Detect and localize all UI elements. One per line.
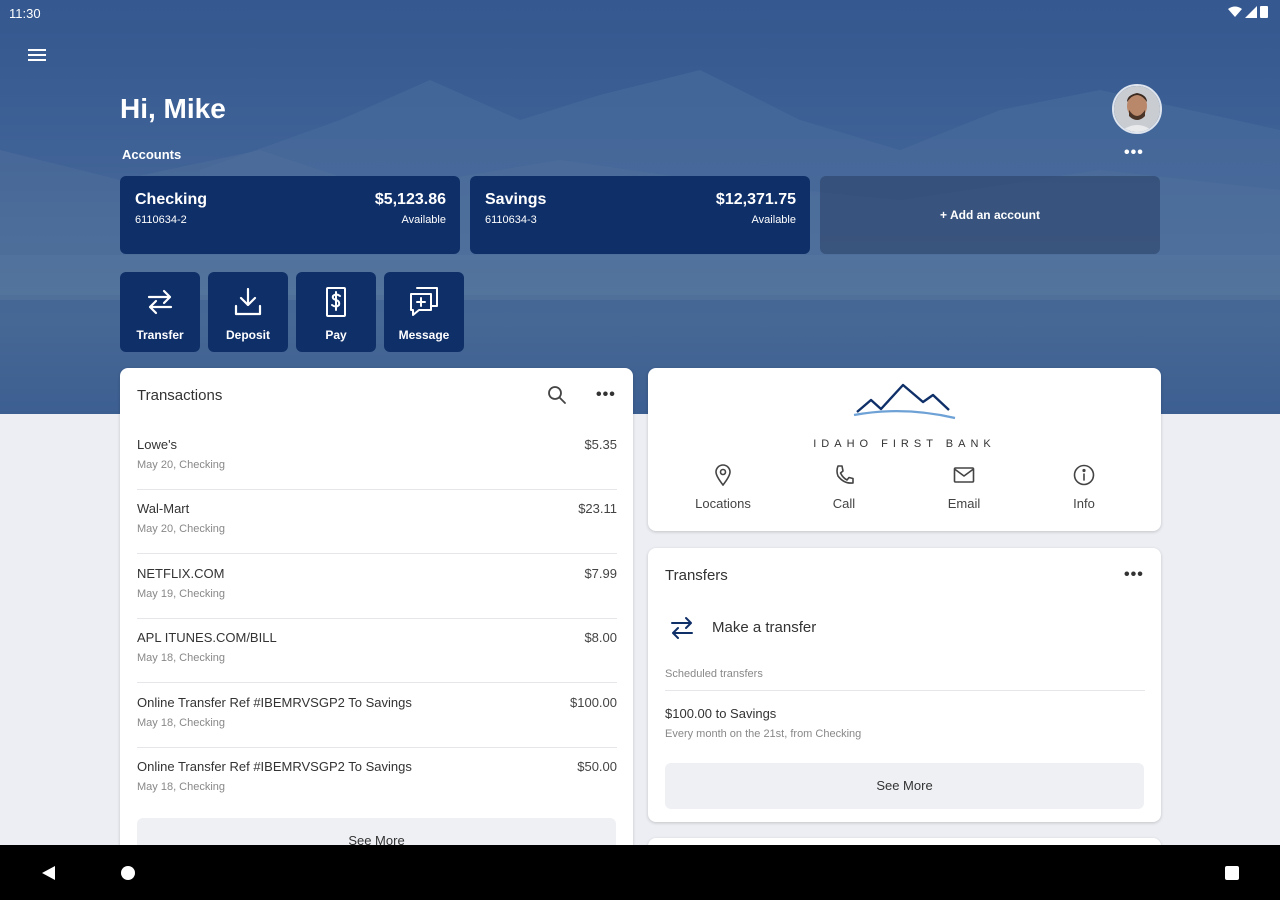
scheduled-transfer-item[interactable]: $100.00 to Savings Every month on the 21… [665,706,1145,746]
transaction-meta: May 18, Checking [137,717,226,729]
accounts-label: Accounts [122,147,182,162]
info-icon [1073,464,1095,486]
transaction-row[interactable]: Online Transfer Ref #IBEMRVSGP2 To Savin… [137,684,617,748]
transfer-icon [147,289,173,315]
transaction-row[interactable]: APL ITUNES.COM/BILL May 18, Checking $8.… [137,619,617,683]
transaction-amount: $7.99 [584,566,617,581]
home-icon[interactable] [120,865,136,881]
transaction-meta: May 18, Checking [137,781,226,793]
message-action-button[interactable]: Message [384,272,464,352]
transfers-title: Transfers [665,567,728,584]
transfers-card: Transfers ••• Make a transfer Scheduled … [648,548,1161,822]
locations-button[interactable]: Locations [673,464,773,511]
system-icons [1228,5,1268,18]
transactions-title: Transactions [137,387,223,404]
profile-photo [1114,86,1160,132]
menu-icon[interactable] [24,46,50,68]
wifi-icon [1228,6,1242,17]
action-label: Message [398,328,450,342]
battery-icon [1260,6,1268,18]
phone-icon [836,465,854,484]
status-time: 11:30 [9,6,41,21]
transactions-more-button[interactable]: ••• [596,387,616,403]
scheduled-transfers-label: Scheduled transfers [665,668,763,680]
bank-info-card: IDAHO FIRST BANK Locations Call Email In… [648,368,1161,531]
bank-logo [853,383,956,420]
action-label: Transfer [136,328,184,342]
deposit-action-button[interactable]: Deposit [208,272,288,352]
pay-icon [326,287,346,317]
balance-label: Available [751,214,796,226]
transaction-row[interactable]: NETFLIX.COM May 19, Checking $7.99 [137,555,617,619]
transaction-payee: Online Transfer Ref #IBEMRVSGP2 To Savin… [137,759,412,774]
deposit-icon [234,287,262,316]
search-icon[interactable] [547,385,567,405]
make-transfer-button[interactable]: Make a transfer [665,610,1145,646]
account-number: 6110634-3 [485,214,537,226]
back-icon[interactable] [40,865,56,881]
recents-icon[interactable] [1224,865,1240,881]
email-button[interactable]: Email [914,464,1014,511]
balance-label: Available [401,214,446,226]
transaction-amount: $23.11 [578,501,617,516]
contact-label: Email [947,496,981,511]
transaction-meta: May 18, Checking [137,652,226,664]
transfers-more-button[interactable]: ••• [1124,567,1144,583]
transaction-payee: Online Transfer Ref #IBEMRVSGP2 To Savin… [137,695,412,710]
make-transfer-label: Make a transfer [712,619,817,636]
transaction-amount: $8.00 [584,630,617,645]
transaction-row[interactable]: Online Transfer Ref #IBEMRVSGP2 To Savin… [137,748,617,812]
transaction-amount: $5.35 [584,437,617,452]
contact-label: Info [1073,496,1095,511]
email-icon [953,467,975,483]
transactions-card: Transactions ••• Lowe's May 20, Checking… [120,368,633,858]
divider [665,690,1145,691]
avatar[interactable] [1112,84,1162,134]
scheduled-transfer-title: $100.00 to Savings [665,706,777,721]
action-label: Deposit [225,328,270,342]
status-bar: 11:30 [0,0,1280,26]
add-account-button[interactable]: + Add an account [820,176,1160,254]
account-name: Savings [485,191,547,208]
transfer-icon [671,617,693,639]
hero-background: 11:30 Hi, Mike Accounts ••• Checking 611… [0,0,1280,414]
transaction-payee: Lowe's [137,437,178,452]
accounts-more-button[interactable]: ••• [1124,145,1144,161]
transaction-meta: May 20, Checking [137,459,226,471]
account-balance: $5,123.86 [374,191,446,208]
system-navigation-bar [0,845,1280,900]
account-name: Checking [135,191,208,208]
transaction-payee: Wal-Mart [137,501,190,516]
transfers-see-more-button[interactable]: See More [665,763,1144,809]
account-card-savings[interactable]: Savings 6110634-3 $12,371.75 Available [470,176,810,254]
transfer-action-button[interactable]: Transfer [120,272,200,352]
transaction-row[interactable]: Wal-Mart May 20, Checking $23.11 [137,490,617,554]
greeting: Hi, Mike [120,93,226,124]
transaction-payee: APL ITUNES.COM/BILL [137,630,277,645]
call-button[interactable]: Call [794,464,894,511]
account-card-checking[interactable]: Checking 6110634-2 $5,123.86 Available [120,176,460,254]
transaction-amount: $50.00 [577,759,617,774]
transaction-meta: May 20, Checking [137,523,226,535]
message-icon [410,287,438,316]
location-pin-icon [715,464,731,486]
account-number: 6110634-2 [135,214,187,226]
account-balance: $12,371.75 [715,191,796,208]
transaction-payee: NETFLIX.COM [137,566,225,581]
info-button[interactable]: Info [1034,464,1134,511]
scheduled-transfer-detail: Every month on the 21st, from Checking [665,728,862,740]
action-label: Pay [325,328,347,342]
transaction-amount: $100.00 [570,695,617,710]
transaction-row[interactable]: Lowe's May 20, Checking $5.35 [137,426,617,490]
bank-name: IDAHO FIRST BANK [813,438,996,450]
transaction-meta: May 19, Checking [137,588,226,600]
contact-label: Call [832,496,856,511]
pay-action-button[interactable]: Pay [296,272,376,352]
signal-icon [1245,5,1257,18]
contact-label: Locations [695,496,751,511]
